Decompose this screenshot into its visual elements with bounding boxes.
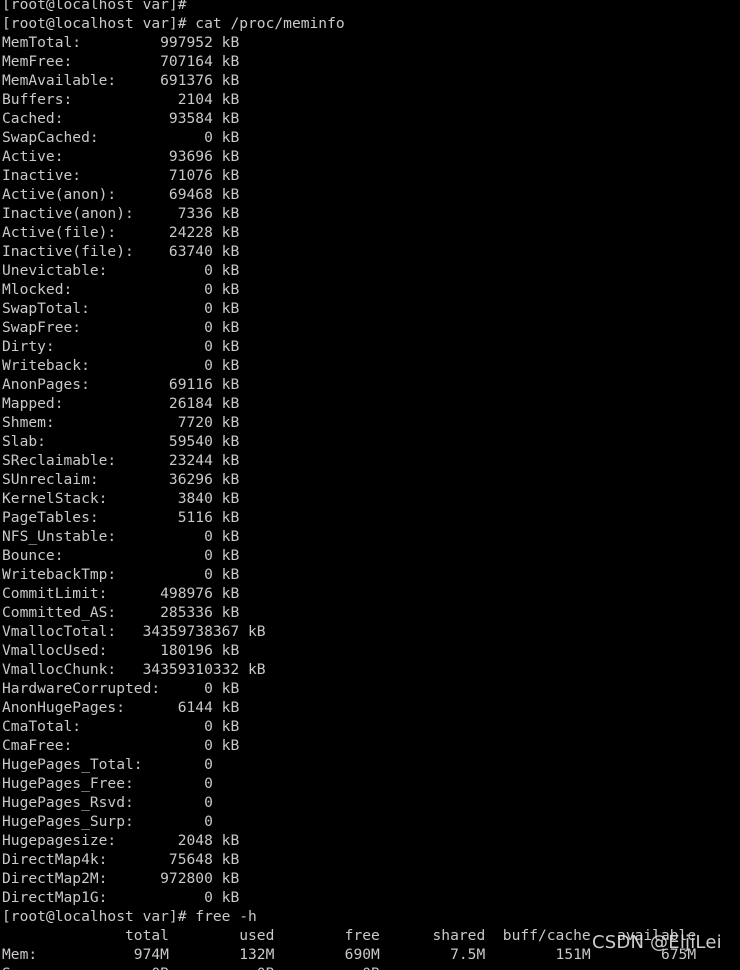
meminfo-row: Slab: 59540 kB bbox=[2, 433, 240, 450]
meminfo-row: MemFree: 707164 kB bbox=[2, 53, 240, 70]
meminfo-row: CommitLimit: 498976 kB bbox=[2, 585, 240, 602]
meminfo-row: CmaTotal: 0 kB bbox=[2, 718, 240, 735]
free-table-header: total used free shared buff/cache availa… bbox=[2, 927, 697, 944]
meminfo-row: VmallocUsed: 180196 kB bbox=[2, 642, 240, 659]
meminfo-row: VmallocTotal: 34359738367 kB bbox=[2, 623, 266, 640]
terminal-window[interactable]: [root@localhost var]# [root@localhost va… bbox=[0, 0, 740, 970]
meminfo-row: Active(file): 24228 kB bbox=[2, 224, 240, 241]
meminfo-row: CmaFree: 0 kB bbox=[2, 737, 240, 754]
meminfo-row: AnonHugePages: 6144 kB bbox=[2, 699, 240, 716]
meminfo-row: Inactive: 71076 kB bbox=[2, 167, 240, 184]
meminfo-row: VmallocChunk: 34359310332 kB bbox=[2, 661, 266, 678]
free-table-row: Swap: 0B 0B 0B bbox=[2, 964, 696, 970]
meminfo-row: NFS_Unstable: 0 kB bbox=[2, 528, 240, 545]
meminfo-row: AnonPages: 69116 kB bbox=[2, 376, 240, 393]
meminfo-row: Buffers: 2104 kB bbox=[2, 91, 240, 108]
meminfo-row: Shmem: 7720 kB bbox=[2, 414, 240, 431]
meminfo-row: DirectMap1G: 0 kB bbox=[2, 889, 240, 906]
meminfo-row: HugePages_Total: 0 bbox=[2, 756, 213, 773]
meminfo-row: Mapped: 26184 kB bbox=[2, 395, 240, 412]
meminfo-row: KernelStack: 3840 kB bbox=[2, 490, 240, 507]
meminfo-row: DirectMap4k: 75648 kB bbox=[2, 851, 240, 868]
meminfo-row: SReclaimable: 23244 kB bbox=[2, 452, 240, 469]
meminfo-row: WritebackTmp: 0 kB bbox=[2, 566, 240, 583]
meminfo-row: Hugepagesize: 2048 kB bbox=[2, 832, 240, 849]
meminfo-row: Dirty: 0 kB bbox=[2, 338, 240, 355]
meminfo-row: Active: 93696 kB bbox=[2, 148, 240, 165]
meminfo-row: SwapFree: 0 kB bbox=[2, 319, 240, 336]
meminfo-row: MemTotal: 997952 kB bbox=[2, 34, 240, 51]
meminfo-row: HugePages_Rsvd: 0 bbox=[2, 794, 213, 811]
meminfo-row: Committed_AS: 285336 kB bbox=[2, 604, 240, 621]
meminfo-row: SwapCached: 0 kB bbox=[2, 129, 240, 146]
free-table-row: Mem: 974M 132M 690M 7.5M 151M 675M bbox=[2, 946, 697, 963]
terminal-prompt-line: [root@localhost var]# cat /proc/meminfo bbox=[2, 15, 345, 32]
meminfo-row: Mlocked: 0 kB bbox=[2, 281, 240, 298]
terminal-prompt-line: [root@localhost var]# bbox=[2, 0, 196, 13]
meminfo-row: Bounce: 0 kB bbox=[2, 547, 240, 564]
meminfo-row: DirectMap2M: 972800 kB bbox=[2, 870, 240, 887]
terminal-screen-output: [root@localhost var]# [root@localhost va… bbox=[2, 0, 696, 970]
meminfo-row: Unevictable: 0 kB bbox=[2, 262, 240, 279]
meminfo-row: HugePages_Surp: 0 bbox=[2, 813, 213, 830]
meminfo-row: Cached: 93584 kB bbox=[2, 110, 240, 127]
meminfo-row: Active(anon): 69468 kB bbox=[2, 186, 240, 203]
meminfo-row: Writeback: 0 kB bbox=[2, 357, 240, 374]
meminfo-row: Inactive(file): 63740 kB bbox=[2, 243, 240, 260]
meminfo-row: MemAvailable: 691376 kB bbox=[2, 72, 240, 89]
meminfo-row: HardwareCorrupted: 0 kB bbox=[2, 680, 240, 697]
meminfo-row: Inactive(anon): 7336 kB bbox=[2, 205, 240, 222]
meminfo-row: PageTables: 5116 kB bbox=[2, 509, 240, 526]
meminfo-row: HugePages_Free: 0 bbox=[2, 775, 213, 792]
terminal-prompt-line: [root@localhost var]# free -h bbox=[2, 908, 257, 925]
meminfo-row: SwapTotal: 0 kB bbox=[2, 300, 240, 317]
meminfo-row: SUnreclaim: 36296 kB bbox=[2, 471, 240, 488]
